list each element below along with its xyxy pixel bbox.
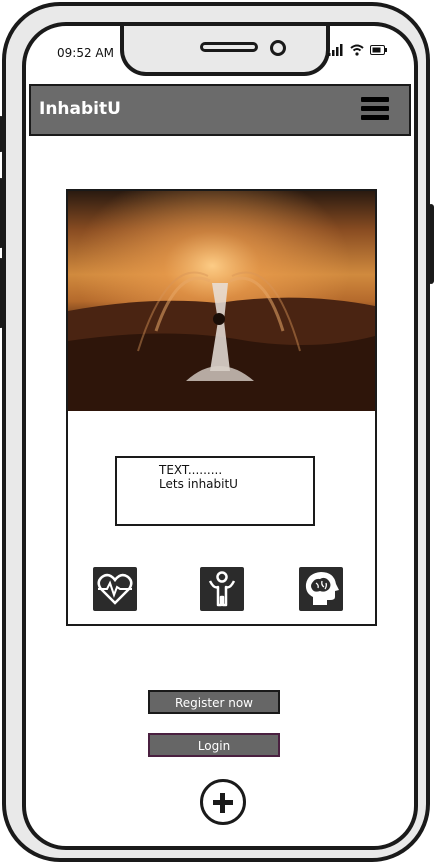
menu-icon[interactable] xyxy=(361,97,389,121)
camera xyxy=(270,40,286,56)
add-button[interactable] xyxy=(200,779,246,825)
app-title: InhabitU xyxy=(39,99,121,119)
login-button[interactable]: Login xyxy=(148,733,280,757)
signal-icon xyxy=(328,44,343,56)
status-time: 09:52 AM xyxy=(57,46,114,60)
brain-head-icon[interactable] xyxy=(299,567,343,611)
speaker xyxy=(200,42,258,52)
content-card: TEXT......... Lets inhabitU xyxy=(66,189,377,626)
side-button xyxy=(428,204,434,284)
app-header: InhabitU xyxy=(29,84,411,136)
phone-screen: 09:52 AM InhabitU TEXT......... Lets inh… xyxy=(22,22,418,850)
child-icon[interactable] xyxy=(200,567,244,611)
text-line-1: TEXT......... xyxy=(159,463,223,477)
text-box: TEXT......... Lets inhabitU xyxy=(115,456,315,526)
battery-icon xyxy=(370,45,387,55)
side-button xyxy=(0,258,4,328)
side-button xyxy=(0,116,4,152)
hero-photo xyxy=(68,191,375,411)
side-button xyxy=(0,178,4,248)
hero-image xyxy=(68,191,375,411)
register-button[interactable]: Register now xyxy=(148,690,280,714)
text-line-2: Lets inhabitU xyxy=(159,477,238,491)
wifi-icon xyxy=(350,44,364,56)
notch xyxy=(120,26,330,76)
heart-pulse-icon[interactable] xyxy=(93,567,137,611)
status-icons xyxy=(328,44,388,56)
phone-frame: 09:52 AM InhabitU TEXT......... Lets inh… xyxy=(0,2,434,862)
